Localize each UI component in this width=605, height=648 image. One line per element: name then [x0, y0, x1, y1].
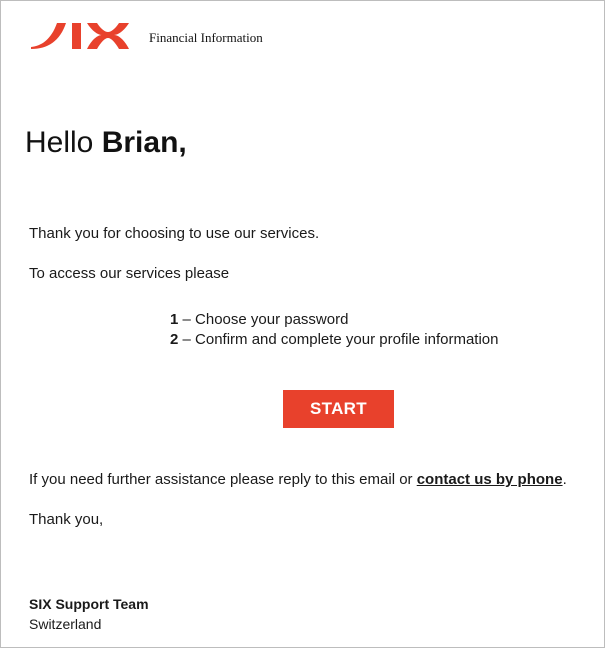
start-button[interactable]: START: [283, 390, 394, 428]
assistance-text: If you need further assistance please re…: [29, 471, 417, 488]
signature-block: SIX Support Team Switzerland: [29, 594, 149, 634]
step-text: – Confirm and complete your profile info…: [178, 331, 499, 348]
access-paragraph: To access our services please: [29, 265, 230, 282]
recipient-name: Brian,: [101, 126, 187, 159]
signature-location: Switzerland: [29, 616, 102, 632]
greeting-prefix: Hello: [25, 126, 102, 159]
brand-subtitle: Financial Information: [149, 30, 263, 45]
email-header: Financial Information: [29, 21, 263, 49]
assistance-paragraph: If you need further assistance please re…: [29, 470, 567, 490]
email-frame: Financial Information Hello Brian, Thank…: [0, 0, 605, 648]
contact-phone-link[interactable]: contact us by phone: [417, 471, 563, 488]
step-item: 2 – Confirm and complete your profile in…: [170, 330, 499, 350]
six-logo: [31, 23, 129, 49]
closing-line: Thank you,: [29, 511, 104, 528]
signature-team: SIX Support Team: [29, 596, 149, 612]
greeting-heading: Hello Brian,: [25, 123, 187, 163]
assistance-period: .: [562, 471, 567, 488]
step-text: – Choose your password: [178, 311, 349, 328]
step-item: 1 – Choose your password: [170, 310, 499, 330]
steps-list: 1 – Choose your password 2 – Confirm and…: [170, 310, 499, 350]
thanks-paragraph: Thank you for choosing to use our servic…: [29, 225, 320, 242]
